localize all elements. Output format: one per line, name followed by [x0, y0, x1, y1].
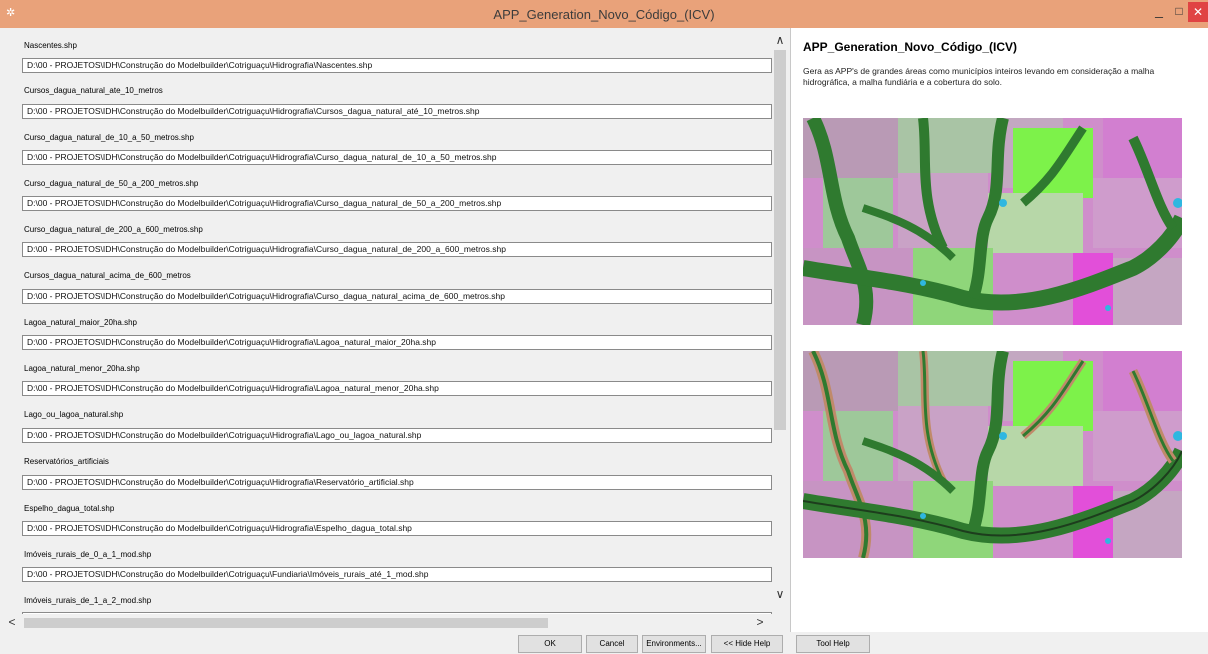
param-label-imoveis-0-1: Imóveis_rurais_de_0_a_1_mod.shp — [24, 550, 152, 559]
scroll-up-icon[interactable]: ∧ — [772, 32, 788, 48]
param-input-curso-10-50[interactable]: D:\00 - PROJETOS\IDH\Construção do Model… — [22, 150, 772, 165]
param-input-cursos-acima-600[interactable]: D:\00 - PROJETOS\IDH\Construção do Model… — [22, 289, 772, 304]
param-input-cursos-ate-10[interactable]: D:\00 - PROJETOS\IDH\Construção do Model… — [22, 104, 772, 119]
window-title: APP_Generation_Novo_Código_(ICV) — [493, 7, 715, 22]
scroll-left-icon[interactable]: < — [4, 614, 20, 630]
param-label-espelho-dagua: Espelho_dagua_total.shp — [24, 504, 115, 513]
param-input-lagoa-maior-20ha[interactable]: D:\00 - PROJETOS\IDH\Construção do Model… — [22, 335, 772, 350]
param-label-curso-50-200: Curso_dagua_natural_de_50_a_200_metros.s… — [24, 179, 199, 188]
scroll-down-icon[interactable]: ∨ — [772, 586, 788, 602]
param-label-lagoa-maior-20ha: Lagoa_natural_maior_20ha.shp — [24, 318, 137, 327]
param-label-lago-ou-lagoa: Lago_ou_lagoa_natural.shp — [24, 410, 124, 419]
param-label-imoveis-1-2: Imóveis_rurais_de_1_a_2_mod.shp — [24, 596, 152, 605]
param-label-cursos-ate-10: Cursos_dagua_natural_ate_10_metros — [24, 86, 163, 95]
param-label-reservatorios: Reservatórios_artificiais — [24, 457, 109, 466]
title-bar: ✲ APP_Generation_Novo_Código_(ICV) _ □ ✕ — [0, 0, 1208, 28]
tool-dialog-window: ✲ APP_Generation_Novo_Código_(ICV) _ □ ✕… — [0, 0, 1208, 654]
param-input-curso-200-600[interactable]: D:\00 - PROJETOS\IDH\Construção do Model… — [22, 242, 772, 257]
parameters-pane: Nascentes.shp D:\00 - PROJETOS\IDH\Const… — [0, 28, 788, 632]
vertical-scrollbar[interactable]: ∧ ∨ — [772, 28, 788, 614]
param-input-lago-ou-lagoa[interactable]: D:\00 - PROJETOS\IDH\Construção do Model… — [22, 428, 772, 443]
scroll-right-icon[interactable]: > — [752, 614, 768, 630]
maximize-button[interactable]: □ — [1168, 2, 1190, 22]
param-input-reservatorios[interactable]: D:\00 - PROJETOS\IDH\Construção do Model… — [22, 475, 772, 490]
hide-help-button[interactable]: << Hide Help — [711, 635, 783, 653]
param-input-espelho-dagua[interactable]: D:\00 - PROJETOS\IDH\Construção do Model… — [22, 521, 772, 536]
param-label-curso-200-600: Curso_dagua_natural_de_200_a_600_metros.… — [24, 225, 203, 234]
param-input-curso-50-200[interactable]: D:\00 - PROJETOS\IDH\Construção do Model… — [22, 196, 772, 211]
param-label-curso-10-50: Curso_dagua_natural_de_10_a_50_metros.sh… — [24, 133, 194, 142]
dialog-button-bar: OK Cancel Environments... << Hide Help T… — [0, 632, 1208, 654]
help-illustration-before — [803, 118, 1182, 325]
help-pane: APP_Generation_Novo_Código_(ICV) Gera as… — [790, 28, 1208, 632]
vertical-scroll-thumb[interactable] — [774, 50, 786, 430]
param-label-cursos-acima-600: Cursos_dagua_natural_acima_de_600_metros — [24, 271, 191, 280]
close-button[interactable]: ✕ — [1188, 2, 1208, 22]
parameters-list: Nascentes.shp D:\00 - PROJETOS\IDH\Const… — [0, 28, 772, 614]
tool-help-button[interactable]: Tool Help — [796, 635, 870, 653]
param-input-imoveis-0-1[interactable]: D:\00 - PROJETOS\IDH\Construção do Model… — [22, 567, 772, 582]
help-description: Gera as APP's de grandes áreas como muni… — [803, 66, 1155, 87]
param-input-lagoa-menor-20ha[interactable]: D:\00 - PROJETOS\IDH\Construção do Model… — [22, 381, 772, 396]
horizontal-scrollbar[interactable]: < > — [0, 614, 788, 632]
param-label-nascentes: Nascentes.shp — [24, 41, 77, 50]
environments-button[interactable]: Environments... — [642, 635, 706, 653]
cancel-button[interactable]: Cancel — [586, 635, 638, 653]
horizontal-scroll-thumb[interactable] — [24, 618, 548, 628]
param-label-lagoa-menor-20ha: Lagoa_natural_menor_20ha.shp — [24, 364, 140, 373]
param-input-nascentes[interactable]: D:\00 - PROJETOS\IDH\Construção do Model… — [22, 58, 772, 73]
help-title: APP_Generation_Novo_Código_(ICV) — [803, 40, 1018, 54]
help-illustration-after — [803, 351, 1182, 558]
ok-button[interactable]: OK — [518, 635, 582, 653]
minimize-button[interactable]: _ — [1148, 2, 1170, 22]
